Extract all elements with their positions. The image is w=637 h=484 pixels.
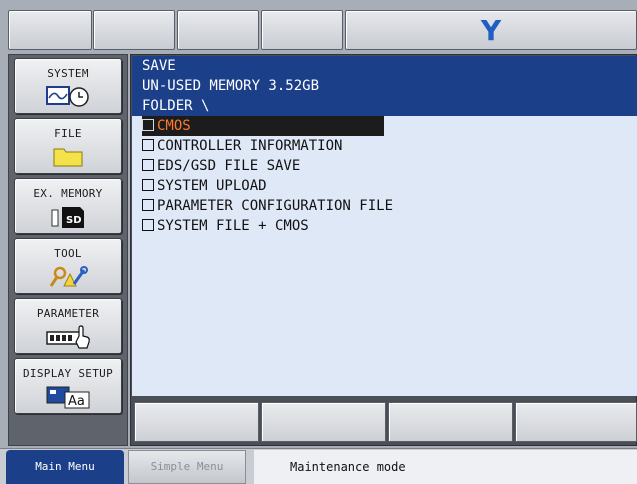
menu-file-button[interactable]: FILE <box>14 118 122 174</box>
menu-ex-memory-button[interactable]: EX. MEMORY SD <box>14 178 122 234</box>
menu-file-label: FILE <box>54 127 82 140</box>
parameter-hand-icon <box>46 325 90 349</box>
simple-menu-button[interactable]: Simple Menu <box>128 450 246 484</box>
checkbox[interactable] <box>142 219 154 231</box>
list-item-cmos[interactable]: CMOS <box>142 116 384 136</box>
top-tab-2[interactable] <box>93 10 175 50</box>
checkbox[interactable] <box>142 119 154 131</box>
sd-card-icon: SD <box>51 207 84 228</box>
folder-icon <box>53 148 83 167</box>
top-tab-4[interactable] <box>261 10 343 50</box>
list-item-eds-gsd-file-save[interactable]: EDS/GSD FILE SAVE <box>142 156 300 176</box>
svg-text:SD: SD <box>66 215 82 226</box>
display-font-icon: Aa <box>46 386 90 409</box>
menu-parameter-button[interactable]: PARAMETER <box>14 298 122 354</box>
list-item-controller-information[interactable]: CONTROLLER INFORMATION <box>142 136 342 156</box>
menu-tool-label: TOOL <box>54 247 82 260</box>
menu-display-setup-button[interactable]: DISPLAY SETUP Aa <box>14 358 122 414</box>
checkbox[interactable] <box>142 199 154 211</box>
list-item-parameter-configuration-file[interactable]: PARAMETER CONFIGURATION FILE <box>142 196 393 216</box>
save-list-area: CMOS CONTROLLER INFORMATION EDS/GSD FILE… <box>132 116 637 396</box>
checkbox[interactable] <box>142 139 154 151</box>
list-item-system-upload[interactable]: SYSTEM UPLOAD <box>142 176 267 196</box>
list-item-label: SYSTEM FILE + CMOS <box>157 218 309 234</box>
list-item-label: SYSTEM UPLOAD <box>157 178 267 194</box>
list-item-label: EDS/GSD FILE SAVE <box>157 158 301 174</box>
status-bar: Maintenance mode <box>254 450 637 484</box>
menu-parameter-label: PARAMETER <box>36 307 100 320</box>
top-tab-3[interactable] <box>177 10 259 50</box>
menu-system-button[interactable]: SYSTEM <box>14 58 122 114</box>
list-item-label: CONTROLLER INFORMATION <box>157 138 343 154</box>
function-key-1[interactable] <box>134 402 259 442</box>
tool-wrench-icon <box>49 266 88 287</box>
menu-display-setup-label: DISPLAY SETUP <box>23 367 113 380</box>
function-key-4[interactable] <box>515 402 637 442</box>
menu-tool-button[interactable]: TOOL <box>14 238 122 294</box>
menu-ex-memory-label: EX. MEMORY <box>33 187 103 200</box>
folder-path: FOLDER \ <box>142 98 210 114</box>
top-tab-1[interactable] <box>8 10 92 50</box>
memory-info: UN-USED MEMORY 3.52GB <box>142 78 320 94</box>
list-item-label: PARAMETER CONFIGURATION FILE <box>157 198 394 214</box>
content-header: SAVE UN-USED MEMORY 3.52GB FOLDER \ <box>132 56 637 116</box>
checkbox[interactable] <box>142 159 154 171</box>
function-key-3[interactable] <box>388 402 513 442</box>
main-menu-button[interactable]: Main Menu <box>6 450 124 484</box>
svg-text:Aa: Aa <box>68 394 85 409</box>
page-title: SAVE <box>142 58 176 74</box>
checkbox[interactable] <box>142 179 154 191</box>
brand-logo: Y <box>345 10 637 50</box>
system-clock-icon <box>46 86 89 107</box>
function-key-2[interactable] <box>261 402 386 442</box>
menu-system-label: SYSTEM <box>47 67 89 80</box>
list-item-label: CMOS <box>157 118 195 134</box>
list-item-system-file-cmos[interactable]: SYSTEM FILE + CMOS <box>142 216 309 236</box>
